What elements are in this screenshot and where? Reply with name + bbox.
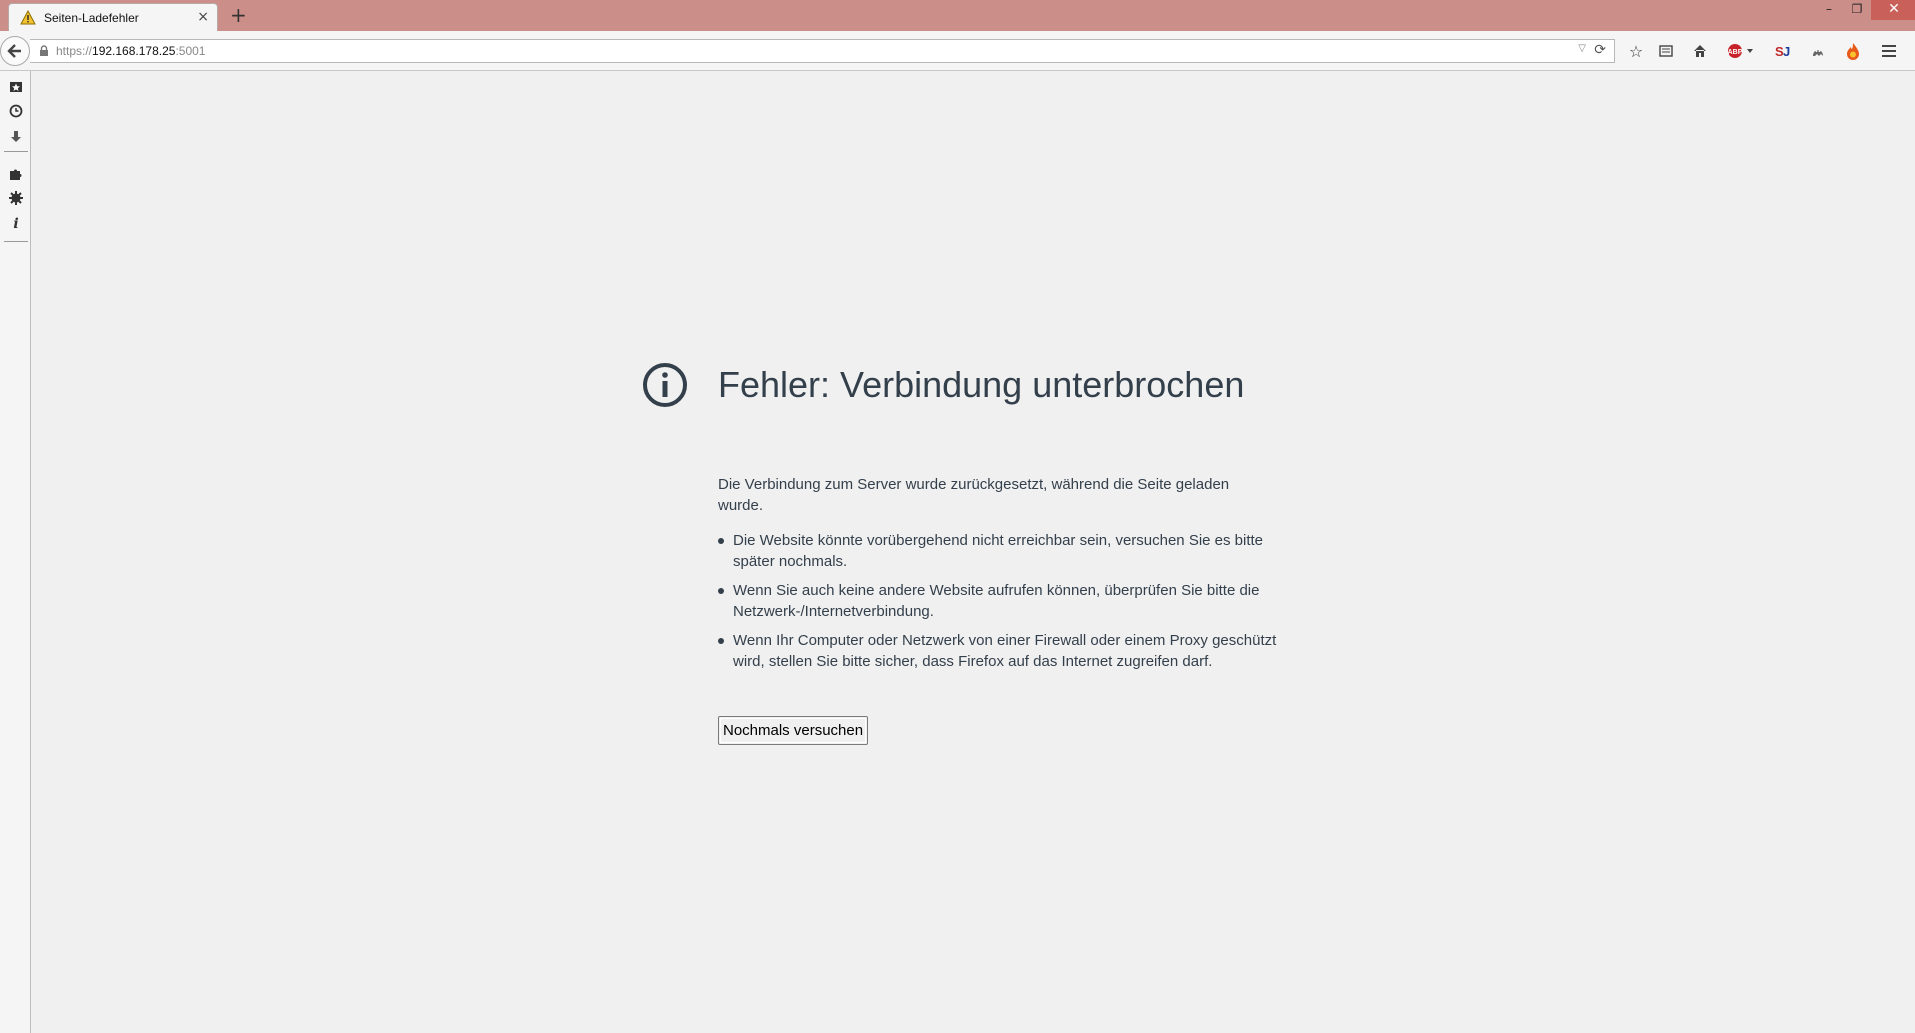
info-icon[interactable]: i <box>6 214 26 234</box>
title-bar: Seiten-Ladefehler × + – ❐ ✕ <box>0 0 1915 31</box>
settings-gear-icon[interactable] <box>6 188 26 208</box>
new-tab-button[interactable]: + <box>230 5 247 25</box>
url-bar[interactable]: https://192.168.178.25:5001 ▽ ⟳ <box>30 39 1615 63</box>
error-suggestions: Die Website könnte vorübergehend nicht e… <box>718 530 1278 680</box>
tab-title: Seiten-Ladefehler <box>44 10 139 25</box>
url-dropdown-icon[interactable]: ▽ <box>1578 43 1586 54</box>
sidebar-separator <box>4 241 28 242</box>
fire-extension-icon[interactable] <box>1842 40 1864 62</box>
url-host: 192.168.178.25 <box>92 44 176 58</box>
sidebar: i <box>0 71 31 1033</box>
tab-close-icon[interactable]: × <box>197 9 209 25</box>
navigation-toolbar: https://192.168.178.25:5001 ▽ ⟳ ☆ ABP SJ <box>0 31 1915 71</box>
home-icon[interactable] <box>1689 40 1711 62</box>
bookmarks-sidebar-icon[interactable] <box>6 77 26 97</box>
sj-extension-icon[interactable]: SJ <box>1772 40 1794 62</box>
url-text: https://192.168.178.25:5001 <box>56 44 205 58</box>
addons-icon[interactable] <box>6 164 26 184</box>
lock-icon <box>40 45 48 56</box>
error-title: Fehler: Verbindung unterbrochen <box>718 364 1245 405</box>
retry-button[interactable]: Nochmals versuchen <box>718 716 869 745</box>
restore-button[interactable]: ❐ <box>1843 0 1871 20</box>
suggestion-item: Wenn Sie auch keine andere Website aufru… <box>718 580 1278 622</box>
error-description: Die Verbindung zum Server wurde zurückge… <box>718 476 1230 514</box>
svg-text:ABP: ABP <box>1728 49 1743 56</box>
info-circle-icon <box>643 363 687 407</box>
history-icon[interactable] <box>6 101 26 121</box>
tab-active[interactable]: Seiten-Ladefehler × <box>8 3 218 31</box>
url-port: :5001 <box>175 44 206 58</box>
close-window-button[interactable]: ✕ <box>1871 0 1915 20</box>
sidebar-separator <box>4 151 28 152</box>
menu-icon[interactable] <box>1878 40 1900 62</box>
adblock-plus-icon[interactable]: ABP <box>1726 40 1756 62</box>
reading-list-icon[interactable] <box>1655 40 1677 62</box>
minimize-button[interactable]: – <box>1815 0 1843 20</box>
window-controls: – ❐ ✕ <box>1815 0 1915 20</box>
back-button[interactable] <box>0 36 30 66</box>
reload-icon[interactable]: ⟳ <box>1594 42 1606 58</box>
url-scheme: https:// <box>56 44 93 58</box>
svg-text:J: J <box>1783 44 1790 59</box>
back-arrow-icon <box>7 44 21 58</box>
suggestion-item: Die Website könnte vorübergehend nicht e… <box>718 530 1278 572</box>
ghost-extension-icon[interactable] <box>1807 40 1829 62</box>
suggestion-item: Wenn Ihr Computer oder Netzwerk von eine… <box>718 630 1278 672</box>
error-page: Fehler: Verbindung unterbrochen Die Verb… <box>32 72 1915 1033</box>
downloads-icon[interactable] <box>6 127 26 147</box>
bookmark-star-icon[interactable]: ☆ <box>1625 40 1647 62</box>
warning-icon <box>20 9 36 24</box>
